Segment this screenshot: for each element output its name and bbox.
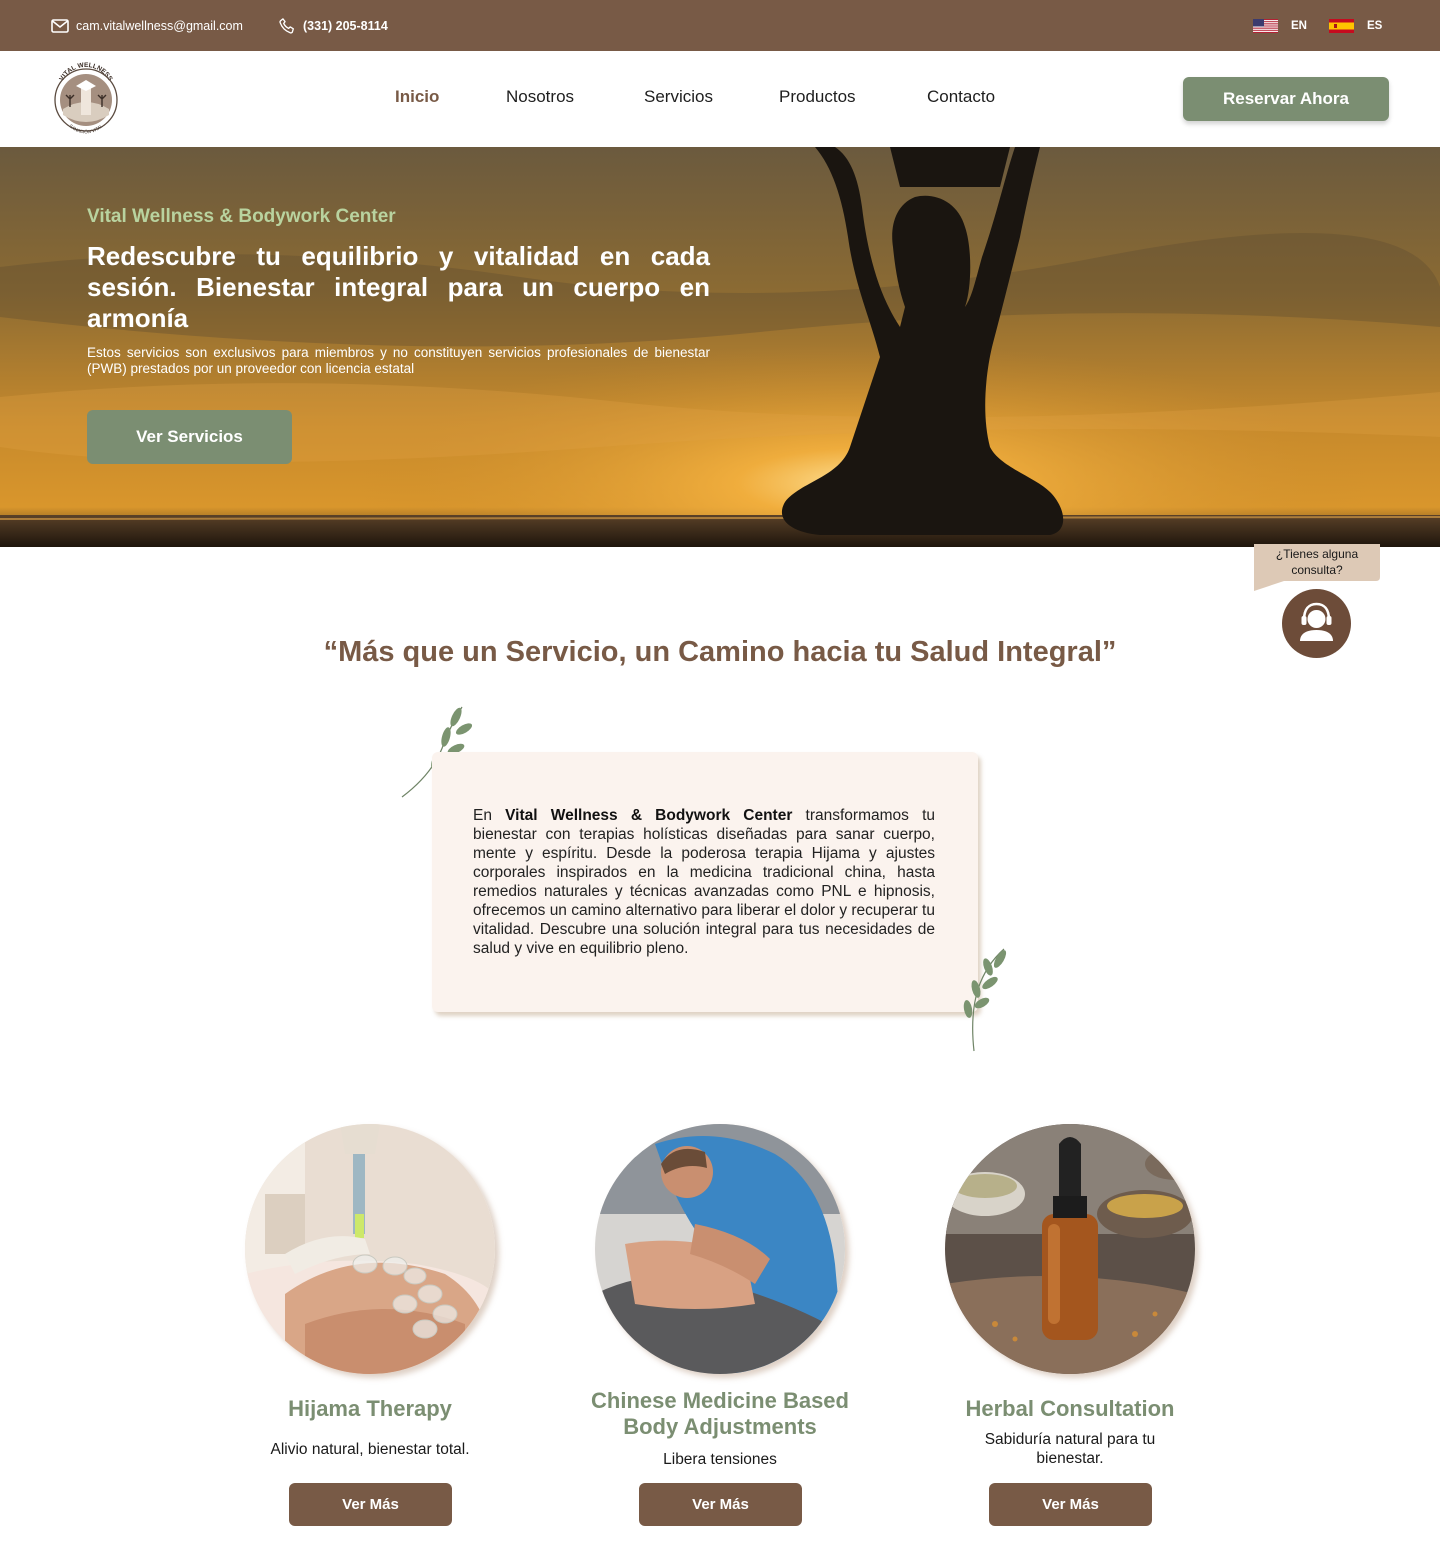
language-en-label: EN [1291,19,1307,32]
mail-icon [51,18,69,33]
service-title-body-adjustments: Chinese Medicine Based Body Adjustments [591,1388,849,1439]
herbal-consultation-image[interactable] [945,1124,1195,1374]
hijama-photo [245,1124,495,1374]
about-prefix: En [473,807,506,824]
top-contact-bar: cam.vitalwellness@gmail.com (331) 205-81… [0,0,1440,51]
section-quote-heading: “Más que un Servicio, un Camino hacia tu… [323,636,1117,668]
us-flag-icon [1253,18,1278,33]
nav-productos[interactable]: Productos [779,87,856,107]
hero-title: Redescubre tu equilibrio y vitalidad en … [87,241,710,333]
about-paragraph: En Vital Wellness & Bodywork Center tran… [473,806,935,958]
about-body: transformamos tu bienestar con terapias … [473,807,935,957]
service-title-hijama: Hijama Therapy [288,1396,452,1421]
nav-contacto[interactable]: Contacto [927,87,995,107]
nav-nosotros[interactable]: Nosotros [506,87,574,107]
nav-inicio[interactable]: Inicio [395,87,439,107]
email-text: cam.vitalwellness@gmail.com [76,18,243,33]
body-adjustments-image[interactable] [595,1124,845,1374]
email-link[interactable]: cam.vitalwellness@gmail.com [51,0,243,51]
hero-subtitle: Vital Wellness & Bodywork Center [87,206,396,227]
phone-link[interactable]: (331) 205-8114 [278,0,388,51]
chat-prompt-text: ¿Tienes alguna consulta? [1275,547,1359,577]
service-title-herbal: Herbal Consultation [965,1396,1175,1421]
language-es-label: ES [1367,19,1383,32]
language-en[interactable]: EN [1253,0,1307,51]
view-more-herbal-button[interactable]: Ver Más [989,1483,1152,1526]
phone-icon [279,17,294,34]
service-description-herbal: Sabiduría natural para tu bienestar. [984,1431,1156,1467]
leaf-branch-icon [963,948,1007,1052]
language-es[interactable]: ES [1329,0,1382,51]
hijama-therapy-image[interactable] [245,1124,495,1374]
hero-description: Estos servicios son exclusivos para miem… [87,345,710,376]
chat-prompt-bubble[interactable]: ¿Tienes alguna consulta? [1254,544,1380,591]
view-more-body-adjustments-button[interactable]: Ver Más [639,1483,802,1526]
spain-flag-icon [1329,18,1354,33]
service-description-body-adjustments: Libera tensiones [663,1451,777,1468]
about-brand-name: Vital Wellness & Bodywork Center [505,807,793,824]
reserve-now-button[interactable]: Reservar Ahora [1183,77,1389,121]
phone-text: (331) 205-8114 [303,18,388,33]
service-description-hijama: Alivio natural, bienestar total. [270,1441,470,1458]
vital-wellness-logo[interactable]: VITAL WELLNESS SANACIÓN VITAL [50,59,120,137]
herbal-bottle-photo [945,1124,1195,1374]
body-adjustment-photo [595,1124,845,1374]
view-services-button[interactable]: Ver Servicios [87,410,292,464]
view-more-hijama-button[interactable]: Ver Más [289,1483,452,1526]
nav-servicios[interactable]: Servicios [644,87,713,107]
